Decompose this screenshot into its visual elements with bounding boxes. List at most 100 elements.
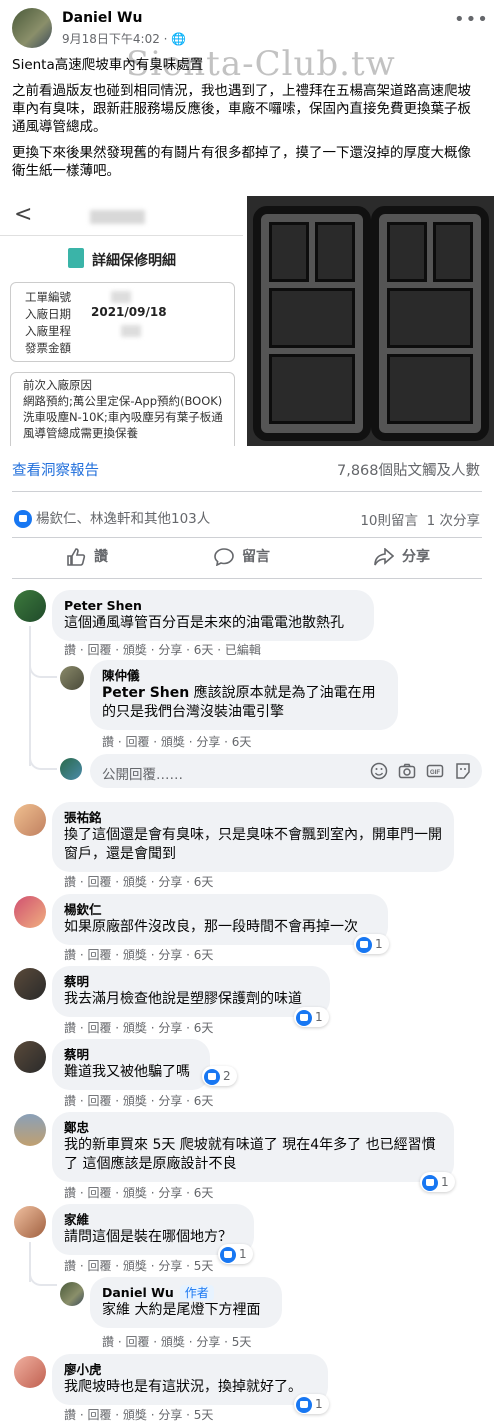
receipt-topbar: < (0, 196, 243, 236)
comment-actions[interactable]: 讚 · 回覆 · 頒獎 · 分享 · 5天 (64, 1257, 213, 1274)
author-badge: 作者 (179, 1285, 214, 1301)
receipt-photo[interactable]: < 詳細保修明細 工單編號 入廠日期 2021/09/18 入廠里程 發票金額 … (0, 196, 245, 446)
like-reaction-icon (296, 1009, 312, 1026)
parts-photo[interactable] (247, 196, 494, 446)
author-name[interactable]: Daniel Wu (62, 10, 142, 26)
like-count-badge[interactable]: 1 (218, 1244, 253, 1264)
comment-icon (214, 548, 234, 566)
like-reaction-icon (14, 510, 32, 528)
comment-text: 我的新車買來 5天 爬坡就有味道了 現在4年多了 也已經習慣了 這個應該是原廠設… (64, 1137, 436, 1172)
author-avatar[interactable] (12, 8, 52, 48)
commenter-avatar[interactable] (60, 1282, 84, 1306)
commenter-avatar[interactable] (14, 968, 46, 1000)
reply-input[interactable]: 公開回覆…… GIF (90, 754, 482, 788)
post-title: Sienta高速爬坡車內有臭味處置 (12, 57, 204, 73)
commenter-name[interactable]: 蔡明 (64, 974, 318, 990)
comment-actions[interactable]: 讚 · 回覆 · 頒獎 · 分享 · 6天 (64, 1019, 213, 1036)
comment-actions[interactable]: 讚 · 回覆 · 頒獎 · 分享 · 5天 (102, 1333, 251, 1350)
commenter-avatar[interactable] (60, 666, 84, 690)
commenter-name[interactable]: Daniel Wu 作者 (102, 1285, 270, 1301)
commenter-avatar[interactable] (14, 896, 46, 928)
like-count-badge[interactable]: 1 (420, 1172, 455, 1192)
like-reaction-icon (356, 936, 372, 953)
commenter-avatar[interactable] (14, 1114, 46, 1146)
comment-actions[interactable]: 讚 · 回覆 · 頒獎 · 分享 · 6天 (64, 873, 213, 890)
commenter-name[interactable]: 鄭忠 (64, 1120, 442, 1136)
insights-link[interactable]: 查看洞察報告 (12, 459, 99, 480)
like-count-badge[interactable]: 1 (294, 1007, 329, 1027)
comment-bubble: Peter Shen 這個通風導管百分百是未來的油電電池散熱孔 (52, 590, 374, 641)
commenter-name[interactable]: 蔡明 (64, 1047, 198, 1063)
engagement-counts: 10則留言 1 次分享 (360, 509, 480, 529)
share-icon (374, 548, 394, 566)
thread-connector (29, 660, 57, 678)
thumbs-up-icon (67, 548, 86, 566)
document-icon (68, 248, 84, 268)
comment-text: 我去滿月檢查他說是塑膠保護劑的味道 (64, 991, 302, 1007)
like-reaction-icon (204, 1068, 220, 1085)
commenter-name[interactable]: 廖小虎 (64, 1362, 316, 1378)
gif-icon[interactable]: GIF (426, 762, 444, 780)
commenter-name[interactable]: 陳仲儀 (102, 668, 386, 684)
sticker-icon[interactable] (454, 762, 472, 780)
comment-bubble: 楊欽仁 如果原廠部件沒改良，那一段時間不會再掉一次 (52, 894, 388, 945)
camera-icon[interactable] (398, 762, 416, 780)
like-button[interactable]: 讚 (66, 546, 108, 570)
comment-actions[interactable]: 讚 · 回覆 · 頒獎 · 分享 · 6天 (64, 946, 213, 963)
commenter-avatar[interactable] (14, 1356, 46, 1388)
receipt-row-label: 發票金額 (25, 341, 71, 355)
comment-button[interactable]: 留言 (214, 546, 270, 570)
comments-count[interactable]: 10則留言 (360, 513, 418, 529)
like-reaction-icon (220, 1246, 236, 1263)
comment-actions[interactable]: 讚 · 回覆 · 頒獎 · 分享 · 6天 (64, 1092, 213, 1109)
reply-bubble: Daniel Wu 作者 家維 大約是尾燈下方裡面 (90, 1277, 282, 1328)
share-label: 分享 (402, 549, 430, 565)
comment-bubble: 鄭忠 我的新車買來 5天 爬坡就有味道了 現在4年多了 也已經習慣了 這個應該是… (52, 1112, 454, 1182)
like-count-badge[interactable]: 2 (202, 1066, 237, 1086)
like-label: 讚 (94, 549, 108, 565)
comment-actions[interactable]: 讚 · 回覆 · 頒獎 · 分享 · 6天 (102, 733, 251, 750)
svg-text:GIF: GIF (430, 770, 440, 776)
receipt-title: 詳細保修明細 (92, 253, 176, 269)
commenter-avatar[interactable] (14, 1206, 46, 1238)
comment-actions[interactable]: 讚 · 回覆 · 頒獎 · 分享 · 6天 · 已編輯 (64, 641, 261, 658)
commenter-name[interactable]: 家維 (64, 1212, 242, 1228)
vent-duct-part (371, 206, 489, 441)
reply-author[interactable]: Daniel Wu (102, 1285, 174, 1300)
comment-text: 換了這個還是會有臭味，只是臭味不會飄到室內，開車門一開窗戶，還是會聞到 (64, 827, 442, 862)
comment-actions[interactable]: 讚 · 回覆 · 頒獎 · 分享 · 5天 (64, 1406, 213, 1421)
reaction-summary[interactable]: 楊欽仁、林逸軒和其他103人 (14, 507, 210, 528)
reach-count[interactable]: 7,868個貼文觸及人數 (337, 459, 480, 480)
comment-actions[interactable]: 讚 · 回覆 · 頒獎 · 分享 · 6天 (64, 1184, 213, 1201)
back-icon: < (14, 202, 33, 227)
like-count: 1 (239, 1247, 247, 1261)
receipt-row-value: 2021/09/18 (91, 305, 167, 319)
mention-link[interactable]: Peter Shen (102, 685, 189, 701)
commenter-avatar[interactable] (14, 1041, 46, 1073)
share-button[interactable]: 分享 (374, 546, 430, 570)
receipt-reason-card: 前次入廠原因 網路預約;萬公里定保-App預約(BOOK)洗車吸塵N-10K;車… (10, 372, 235, 446)
commenter-name[interactable]: 楊欽仁 (64, 902, 376, 918)
like-count: 2 (223, 1069, 231, 1083)
more-options-icon[interactable]: ••• (454, 11, 488, 32)
commenter-avatar[interactable] (14, 590, 46, 622)
thread-line (29, 626, 31, 766)
like-reaction-icon (296, 1396, 312, 1413)
like-count: 1 (441, 1175, 449, 1189)
reply-bubble: 陳仲儀 Peter Shen 應該說原本就是為了油電在用的只是我們台灣沒裝油電引… (90, 660, 398, 730)
blurred-value (111, 291, 131, 303)
reply-placeholder: 公開回覆…… (102, 767, 183, 783)
shares-count[interactable]: 1 次分享 (427, 513, 480, 529)
reply-text: Peter Shen 應該說原本就是為了油電在用的只是我們台灣沒裝油電引擎 (102, 684, 386, 722)
commenter-avatar[interactable] (14, 804, 46, 836)
like-count: 1 (315, 1010, 323, 1024)
current-user-avatar (60, 758, 82, 780)
receipt-row-label: 入廠日期 (25, 307, 71, 321)
commenter-name[interactable]: Peter Shen (64, 598, 362, 614)
thread-connector (29, 752, 57, 770)
commenter-name[interactable]: 張祐銘 (64, 810, 442, 826)
like-count-badge[interactable]: 1 (294, 1394, 329, 1414)
post-paragraph-2: 更換下來後果然發現舊的有鬪片有很多都掉了，摸了一下還沒掉的厚度大概像衛生紙一樣薄… (12, 145, 471, 179)
like-count-badge[interactable]: 1 (354, 934, 389, 954)
emoji-icon[interactable] (370, 762, 388, 780)
